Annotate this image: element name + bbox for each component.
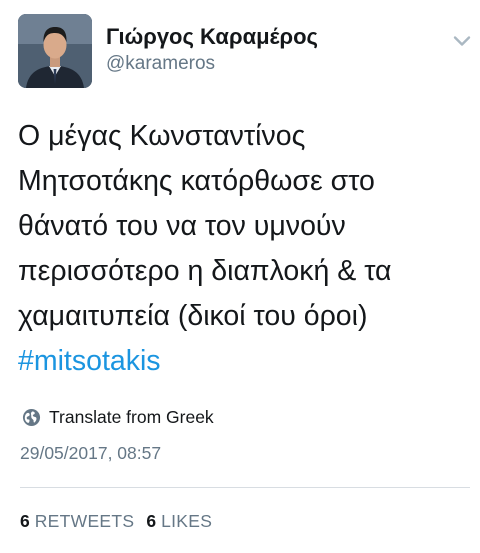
retweets-stat[interactable]: 6 RETWEETS — [20, 511, 134, 532]
likes-stat[interactable]: 6 LIKES — [146, 511, 212, 532]
tweet-text-line: περισσότερο η διαπλοκή & τα — [18, 255, 392, 287]
profile-photo-icon — [18, 14, 92, 88]
author-handle[interactable]: @karameros — [106, 53, 215, 75]
translate-label: Translate from Greek — [49, 406, 214, 427]
tweet-timestamp[interactable]: 29/05/2017, 08:57 — [20, 443, 161, 464]
globe-icon — [22, 408, 41, 426]
tweet-text-line: χαμαιτυπεία (δικοί του όροι) — [18, 300, 368, 332]
tweet-text-line: Ο μέγας Κωνσταντίνος — [18, 120, 306, 152]
divider — [20, 487, 470, 488]
tweet-card: Γιώργος Καραμέρος @karameros Ο μέγας Κων… — [0, 0, 480, 553]
tweet-text: Ο μέγας Κωνσταντίνος Μητσοτάκης κατόρθωσ… — [18, 114, 468, 384]
translate-link[interactable]: Translate from Greek — [22, 406, 214, 428]
tweet-text-line: θάνατό του να τον υμνούν — [18, 210, 346, 242]
likes-count: 6 — [146, 511, 157, 531]
tweet-text-line: Μητσοτάκης κατόρθωσε στο — [18, 165, 375, 197]
avatar[interactable] — [18, 14, 92, 88]
retweets-label: RETWEETS — [34, 511, 135, 531]
chevron-down-icon[interactable] — [453, 34, 471, 46]
tweet-stats: 6 RETWEETS 6 LIKES — [20, 511, 224, 532]
retweets-count: 6 — [20, 511, 30, 531]
hashtag-link[interactable]: #mitsotakis — [18, 345, 161, 377]
author-display-name[interactable]: Γιώργος Καραμέρος — [106, 24, 318, 50]
likes-label: LIKES — [161, 511, 213, 531]
